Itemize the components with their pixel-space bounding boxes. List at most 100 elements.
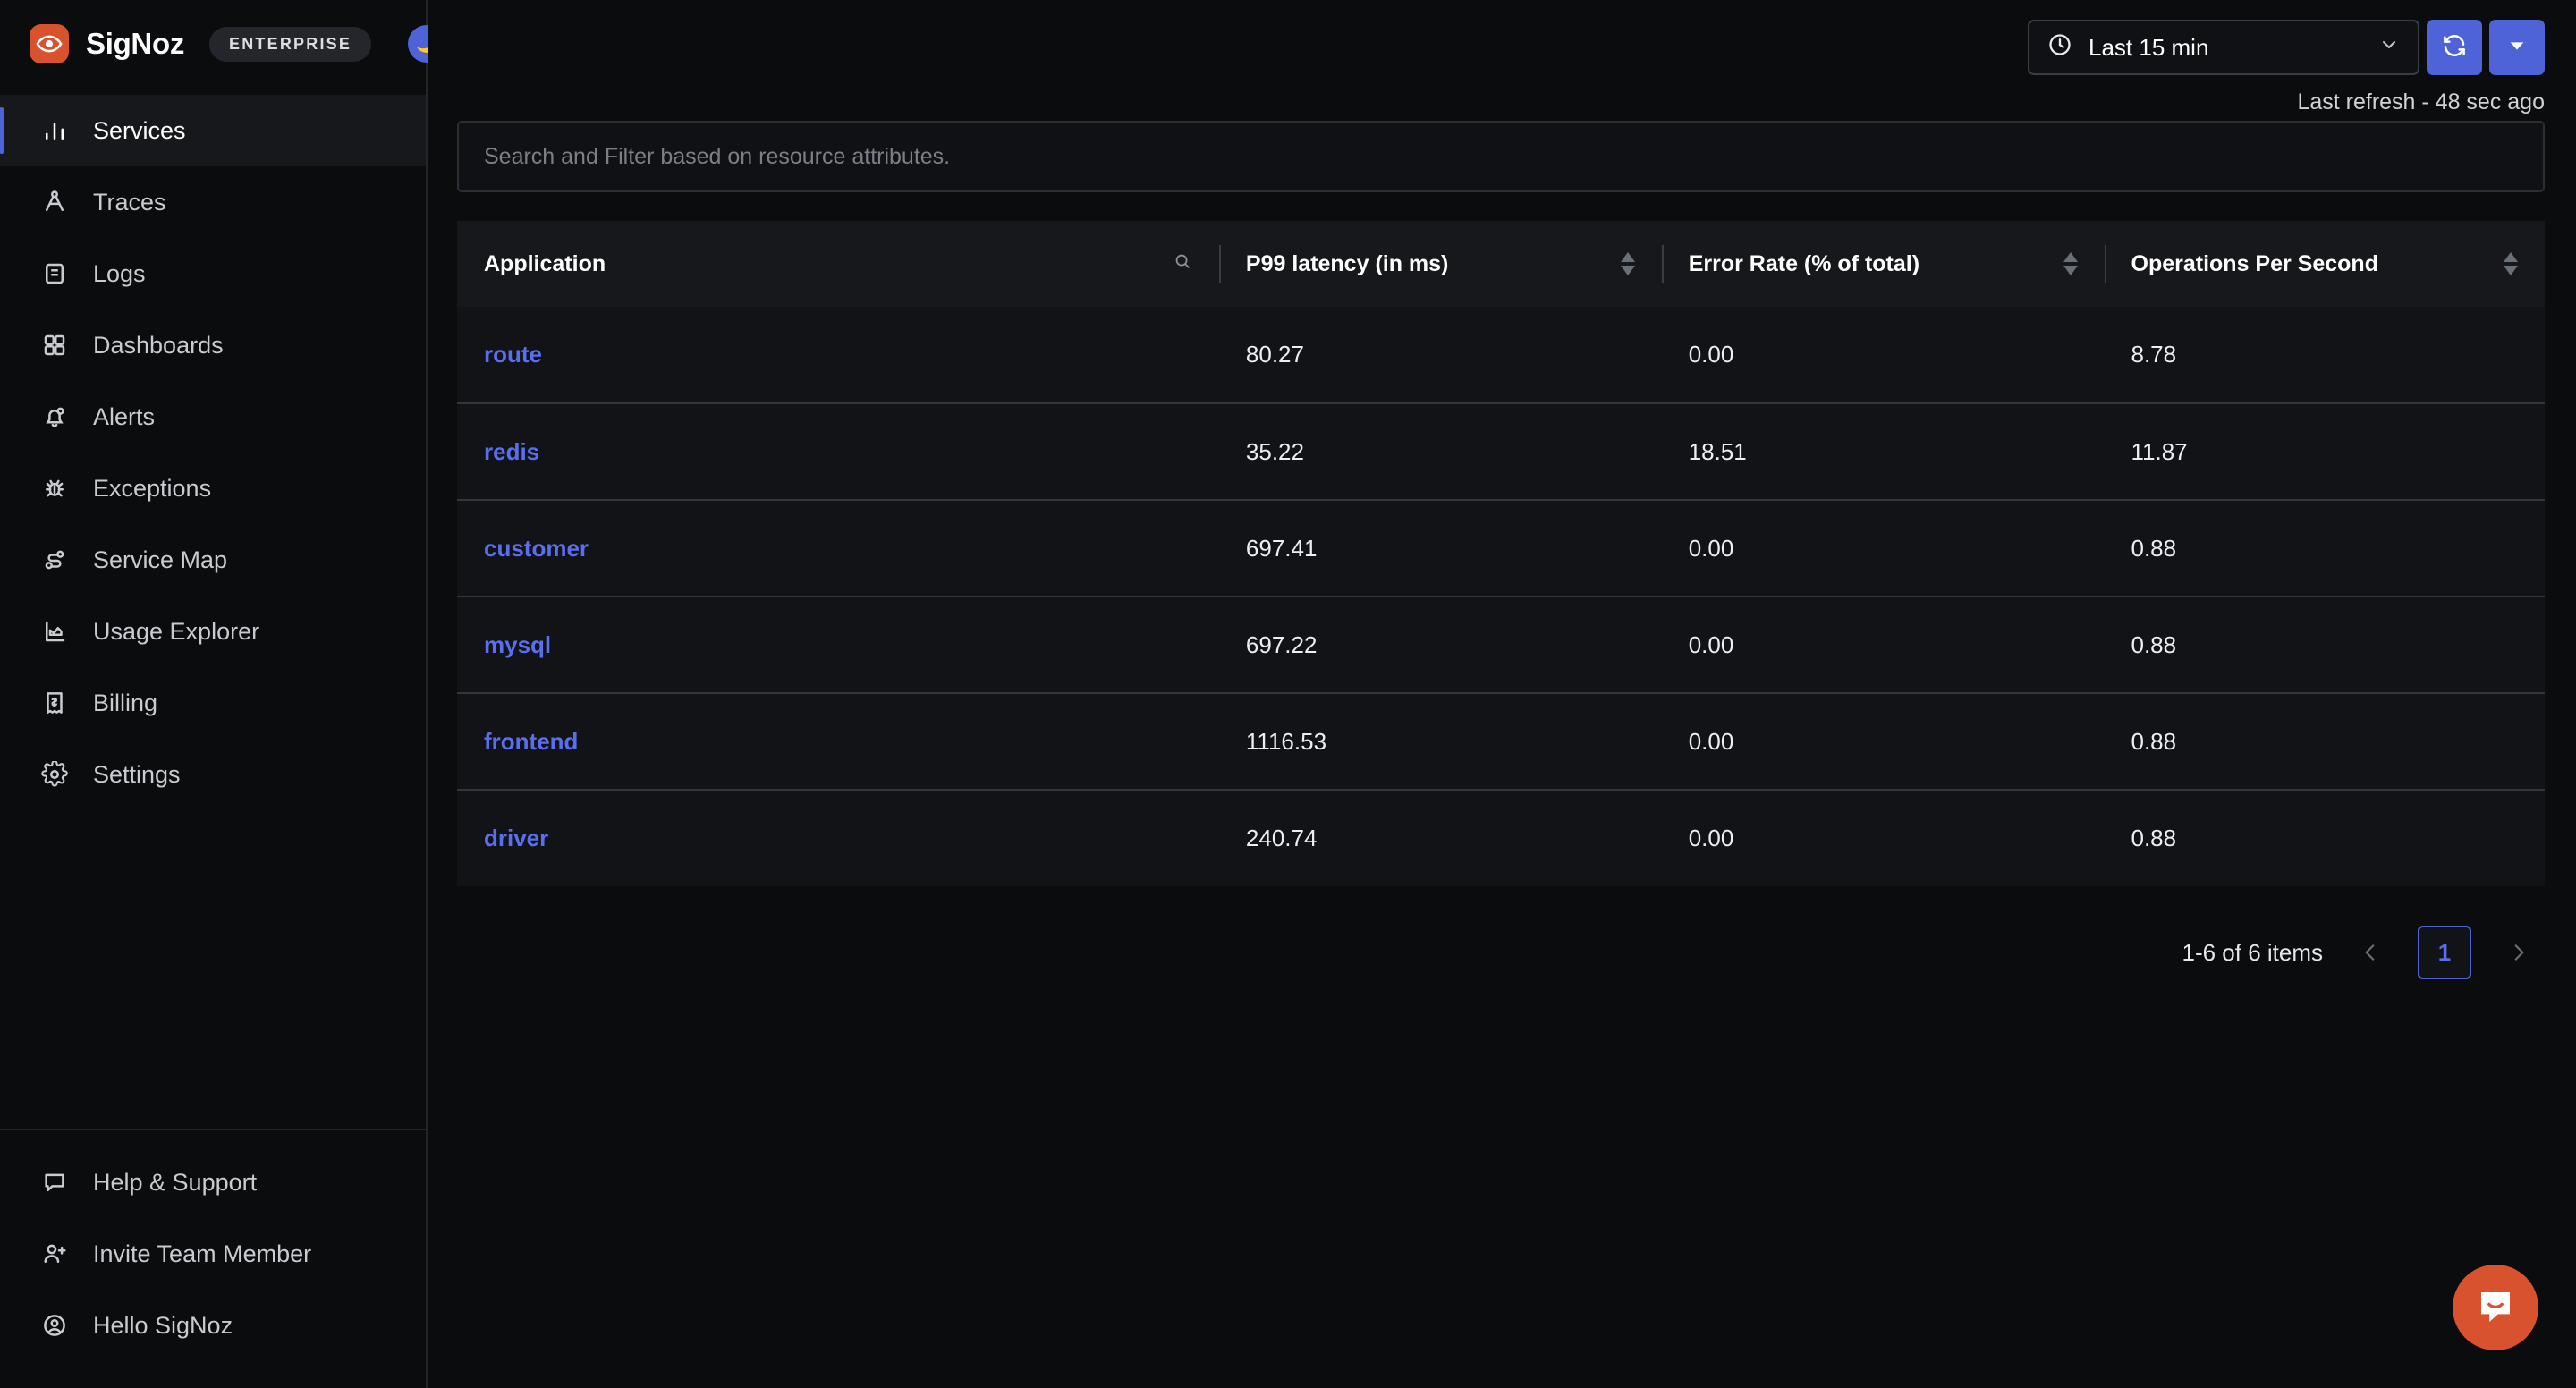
bug-icon [39, 473, 70, 504]
enterprise-badge: ENTERPRISE [209, 26, 372, 62]
service-map-icon [39, 545, 70, 575]
table-row[interactable]: route 80.27 0.00 8.78 [457, 307, 2545, 404]
sidebar-item-label: Service Map [93, 546, 228, 573]
caret-down-icon [2507, 36, 2527, 60]
table-row[interactable]: redis 35.22 18.51 11.87 [457, 403, 2545, 501]
cell-application: frontend [457, 693, 1219, 791]
user-circle-icon [39, 1310, 70, 1341]
sort-icon[interactable] [1620, 252, 1635, 275]
services-panel: Search and Filter based on resource attr… [428, 121, 2576, 979]
sidebar-item-logs[interactable]: Logs [0, 238, 426, 309]
grid-icon [39, 330, 70, 360]
table-row[interactable]: frontend 1116.53 0.00 0.88 [457, 693, 2545, 791]
sidebar-item-label: Traces [93, 188, 166, 216]
table-row[interactable]: mysql 697.22 0.00 0.88 [457, 597, 2545, 694]
gear-icon [39, 759, 70, 790]
cell-error-rate: 0.00 [1661, 307, 2105, 404]
clock-icon [2047, 32, 2072, 63]
sidebar-item-service-map[interactable]: Service Map [0, 524, 426, 596]
cell-p99-latency: 240.74 [1218, 790, 1662, 886]
service-link[interactable]: mysql [484, 631, 551, 658]
topbar: Last 15 min Last refresh - 48 sec ago [428, 0, 2576, 121]
pagination-info: 1-6 of 6 items [2182, 938, 2323, 966]
sidebar-item-label: Logs [93, 259, 146, 287]
traces-icon [39, 187, 70, 217]
search-placeholder: Search and Filter based on resource attr… [484, 143, 951, 169]
sidebar-item-billing[interactable]: Billing [0, 667, 426, 739]
main-content: Last 15 min Last refresh - 48 sec ago Se… [428, 0, 2576, 1388]
sidebar-item-label: Exceptions [93, 474, 212, 502]
sort-icon[interactable] [2063, 252, 2078, 275]
cell-p99-latency: 35.22 [1218, 403, 1662, 501]
time-range-picker[interactable]: Last 15 min [2028, 20, 2419, 75]
refresh-icon [2441, 32, 2468, 63]
cell-operations-per-second: 0.88 [2104, 500, 2545, 597]
column-header-error-rate[interactable]: Error Rate (% of total) [1661, 221, 2105, 307]
sidebar: SigNoz ENTERPRISE 🌙 Services [0, 0, 472, 1388]
cell-application: route [457, 307, 1219, 404]
search-icon[interactable] [1173, 251, 1192, 277]
cell-p99-latency: 697.41 [1218, 500, 1662, 597]
cell-error-rate: 0.00 [1661, 790, 2105, 886]
column-header-p99-latency[interactable]: P99 latency (in ms) [1218, 221, 1662, 307]
sidebar-item-invite-team-member[interactable]: Invite Team Member [0, 1218, 426, 1290]
cell-application: driver [457, 790, 1219, 886]
user-plus-icon [39, 1239, 70, 1269]
table-header: Application P99 latency (in ms) Error Ra… [457, 221, 2545, 307]
chevron-right-icon[interactable] [2498, 932, 2539, 973]
chevron-down-icon [2378, 34, 2400, 62]
intercom-chat-icon [2474, 1284, 2517, 1332]
cell-operations-per-second: 8.78 [2104, 307, 2545, 404]
column-header-operations-per-second[interactable]: Operations Per Second [2104, 221, 2545, 307]
sidebar-item-label: Invite Team Member [93, 1240, 312, 1267]
sidebar-item-alerts[interactable]: Alerts [0, 381, 426, 453]
cell-operations-per-second: 0.88 [2104, 597, 2545, 694]
receipt-icon [39, 688, 70, 718]
chat-support-button[interactable] [2453, 1265, 2538, 1350]
refresh-button[interactable] [2427, 20, 2482, 75]
table-row[interactable]: driver 240.74 0.00 0.88 [457, 790, 2545, 886]
sidebar-item-label: Dashboards [93, 331, 224, 359]
search-input[interactable]: Search and Filter based on resource attr… [457, 121, 2545, 192]
sidebar-item-label: Alerts [93, 402, 156, 430]
sidebar-item-label: Settings [93, 760, 181, 788]
cell-p99-latency: 697.22 [1218, 597, 1662, 694]
sidebar-item-dashboards[interactable]: Dashboards [0, 309, 426, 381]
cell-error-rate: 0.00 [1661, 597, 2105, 694]
service-link[interactable]: route [484, 341, 542, 368]
app-root: SigNoz ENTERPRISE 🌙 Services [0, 0, 2576, 1388]
sidebar-item-exceptions[interactable]: Exceptions [0, 453, 426, 524]
sidebar-item-settings[interactable]: Settings [0, 739, 426, 810]
sidebar-item-traces[interactable]: Traces [0, 166, 426, 238]
sidebar-item-label: Hello SigNoz [93, 1311, 233, 1339]
last-refresh-status: Last refresh - 48 sec ago [2297, 89, 2545, 114]
sidebar-item-usage-explorer[interactable]: Usage Explorer [0, 596, 426, 667]
pagination-page-1[interactable]: 1 [2418, 926, 2471, 979]
service-link[interactable]: redis [484, 438, 539, 465]
service-link[interactable]: driver [484, 825, 548, 851]
cell-p99-latency: 80.27 [1218, 307, 1662, 404]
column-header-label: P99 latency (in ms) [1245, 250, 1449, 276]
chevron-left-icon[interactable] [2350, 932, 2391, 973]
pagination: 1-6 of 6 items 1 [457, 926, 2545, 979]
table-header-row: Application P99 latency (in ms) Error Ra… [457, 221, 2545, 307]
time-range-label: Last 15 min [2089, 33, 2209, 61]
bar-chart-icon [39, 115, 70, 146]
sidebar-item-label: Services [93, 116, 186, 144]
sidebar-item-user-profile[interactable]: Hello SigNoz [0, 1290, 426, 1361]
cell-operations-per-second: 11.87 [2104, 403, 2545, 501]
column-header-application[interactable]: Application [457, 221, 1219, 307]
sidebar-nav-bottom: Help & Support Invite Team Member Hello … [0, 1129, 426, 1388]
sort-icon[interactable] [2504, 252, 2518, 275]
area-chart-icon [39, 616, 70, 647]
service-link[interactable]: frontend [484, 728, 578, 755]
service-link[interactable]: customer [484, 535, 589, 562]
table-row[interactable]: customer 697.41 0.00 0.88 [457, 500, 2545, 597]
sidebar-item-services[interactable]: Services [0, 95, 426, 166]
sidebar-item-help-support[interactable]: Help & Support [0, 1147, 426, 1218]
cell-p99-latency: 1116.53 [1218, 693, 1662, 791]
chat-bubble-icon [39, 1167, 70, 1198]
refresh-options-button[interactable] [2489, 20, 2545, 75]
sidebar-item-label: Help & Support [93, 1168, 258, 1196]
brand-name: SigNoz [86, 27, 185, 60]
